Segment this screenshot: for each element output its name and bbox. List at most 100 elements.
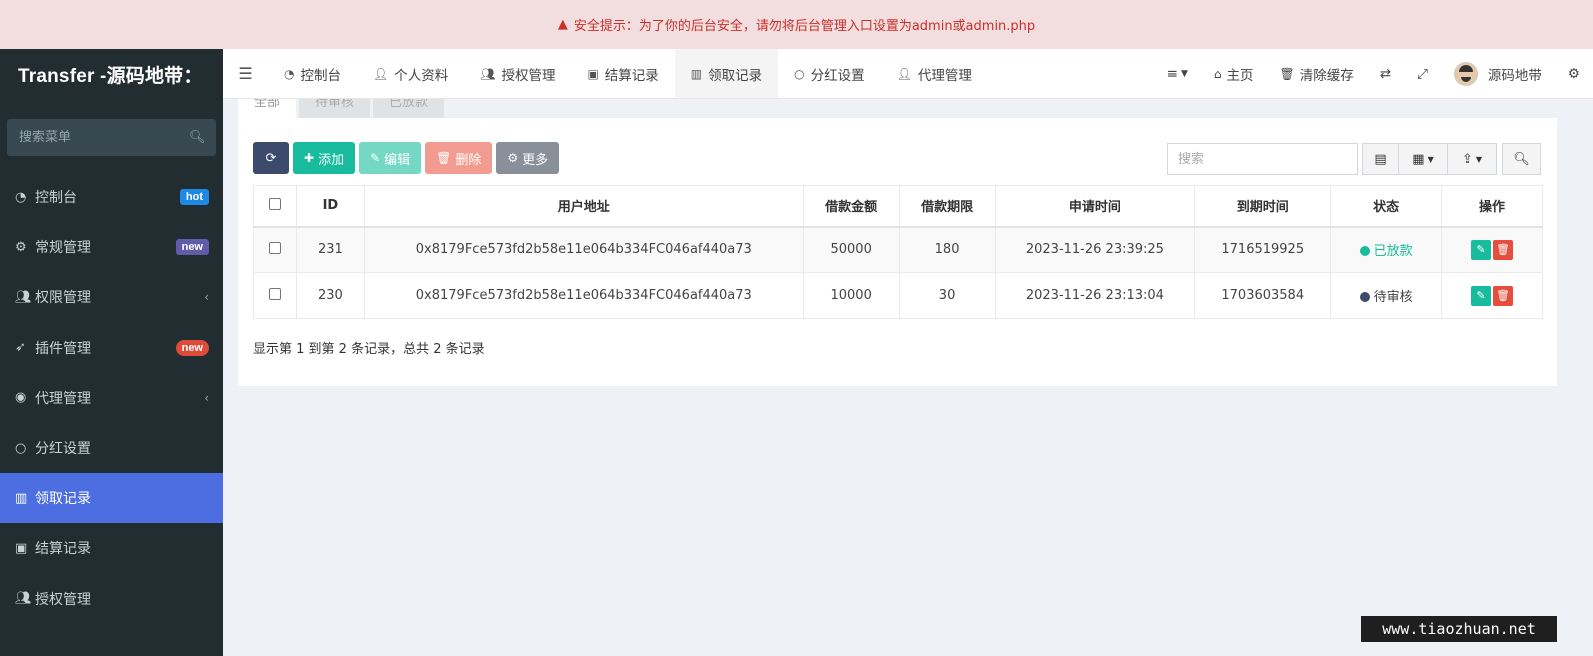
user-icon: 👤︎ [896, 66, 912, 81]
settings-gear-icon[interactable]: ⚙ [1555, 66, 1593, 82]
export-button[interactable]: ⇪ ▼ [1447, 143, 1497, 175]
clear-cache-button[interactable]: 🗑︎ 清除缓存 [1267, 64, 1367, 84]
security-alert-bar: ▲ 安全提示：为了你的后台安全，请勿将后台管理入口设置为admin或admin.… [0, 0, 1593, 49]
column-header[interactable]: ID [295, 185, 365, 228]
sidebar: Transfer -源码地带： 🔍︎ ◔ 控制台 hot ⚙ 常规管理 new … [0, 49, 223, 656]
top-nav-tabs: ◔ 控制台 👤︎ 个人资料 👥︎ 授权管理 ▣ 结算记录 ▥ 领取记录 ○ 分红设置 👤︎ 代… [268, 49, 988, 98]
sidebar-item-dividend[interactable]: ○ 分红设置 [0, 423, 223, 473]
row-edit-button[interactable]: ✎ [1471, 285, 1492, 306]
cell-id: 230 [295, 272, 365, 319]
language-icon[interactable]: ⇄ [1367, 66, 1404, 82]
users-icon: 👥︎ [15, 289, 32, 305]
dashboard-icon: ◔ [284, 66, 295, 81]
sidebar-menu: ◔ 控制台 hot ⚙ 常规管理 new 👥︎ 权限管理 ‹ ➶ 插件管理 ne… [0, 172, 223, 624]
home-link[interactable]: ⌂ 主页 [1201, 64, 1267, 84]
cell-apply-time: 2023-11-26 23:39:25 [994, 226, 1196, 273]
more-menu-button[interactable]: ≡ ▼ [1154, 66, 1201, 82]
row-delete-button[interactable]: 🗑︎ [1493, 285, 1514, 306]
search-button[interactable]: 🔍︎ [1502, 143, 1541, 175]
row-checkbox[interactable] [268, 241, 281, 254]
circle-icon: ○ [794, 66, 805, 81]
more-label: 更多 [522, 151, 549, 167]
tab-label: 结算记录 [604, 67, 659, 84]
chevron-left-icon: ‹ [204, 390, 209, 405]
status-label: 待审核 [1373, 290, 1413, 305]
column-header[interactable]: 状态 [1330, 185, 1443, 228]
delete-button[interactable]: 🗑︎ 删除 [425, 142, 493, 174]
tab-label: 代理管理 [917, 67, 972, 84]
bars-icon: ▥ [690, 66, 703, 81]
column-header[interactable]: 到期时间 [1194, 185, 1332, 228]
select-all-checkbox[interactable] [268, 197, 281, 210]
rocket-icon: ➶ [15, 340, 26, 356]
table-toolbar: ⟳ ✚ 添加 ✎ 编辑 🗑︎ 删除 ⚙ 更多 [253, 142, 563, 174]
bars-icon: ▥ [15, 490, 28, 506]
table-search-input[interactable] [1167, 143, 1358, 175]
grid-icon: ▦ [1412, 151, 1425, 167]
sidebar-item-label: 权限管理 [35, 290, 91, 307]
tab-claim-records[interactable]: ▥ 领取记录 [674, 49, 779, 98]
cogs-icon: ⚙ [15, 239, 27, 255]
more-button[interactable]: ⚙ 更多 [496, 142, 560, 174]
tab-dashboard[interactable]: ◔ 控制台 [268, 49, 357, 98]
user-menu[interactable]: 源码地带 [1441, 61, 1555, 86]
sidebar-item-settlement[interactable]: ▣ 结算记录 [0, 523, 223, 573]
tab-all[interactable]: 全部 [238, 99, 297, 118]
new-badge: new [175, 339, 209, 356]
search-icon[interactable]: 🔍︎ [189, 130, 206, 145]
tab-agents[interactable]: 👤︎ 代理管理 [881, 49, 988, 98]
sidebar-search-input[interactable] [19, 130, 189, 145]
sidebar-item-dashboard[interactable]: ◔ 控制台 hot [0, 172, 223, 222]
column-header[interactable]: 借款金额 [802, 185, 900, 228]
cell-due-time: 1703603584 [1194, 272, 1332, 319]
column-header[interactable]: 申请时间 [994, 185, 1196, 228]
sidebar-item-authorization[interactable]: 👥︎ 授权管理 [0, 574, 223, 624]
delete-label: 删除 [455, 151, 482, 167]
tab-profile[interactable]: 👤︎ 个人资料 [357, 49, 464, 98]
edit-button[interactable]: ✎ 编辑 [359, 142, 422, 174]
sidebar-item-plugins[interactable]: ➶ 插件管理 new [0, 323, 223, 373]
sidebar-item-label: 控制台 [35, 190, 77, 207]
sidebar-item-label: 结算记录 [35, 541, 91, 558]
fullscreen-icon[interactable]: ⤢ [1404, 66, 1441, 82]
row-edit-button[interactable]: ✎ [1471, 239, 1492, 260]
add-button[interactable]: ✚ 添加 [293, 142, 356, 174]
sidebar-item-label: 领取记录 [35, 491, 91, 508]
cc-icon: ▣ [15, 540, 28, 556]
tab-disbursed[interactable]: 已放款 [373, 99, 445, 118]
caret-down-icon: ▼ [1180, 68, 1188, 79]
caret-down-icon: ▼ [1427, 154, 1434, 164]
toggle-view-button[interactable]: ▤ [1362, 143, 1399, 175]
top-navbar: ☰ ◔ 控制台 👤︎ 个人资料 👥︎ 授权管理 ▣ 结算记录 ▥ 领取记录 ○ 分红设置 👤… [223, 49, 1593, 99]
cell-actions: ✎ 🗑︎ [1441, 226, 1543, 273]
select-all-header[interactable] [253, 185, 297, 228]
brand-title[interactable]: Transfer -源码地带： [0, 49, 223, 99]
cell-address: 0x8179Fce573fd2b58e11e064b334FC046af440a… [363, 226, 804, 273]
row-select-cell[interactable] [253, 272, 297, 319]
tab-settlement[interactable]: ▣ 结算记录 [571, 49, 674, 98]
tab-authorization[interactable]: 👥︎ 授权管理 [464, 49, 571, 98]
row-select-cell[interactable] [253, 226, 297, 273]
row-delete-button[interactable]: 🗑︎ [1493, 239, 1514, 260]
column-header[interactable]: 借款期限 [898, 185, 996, 228]
sidebar-item-agents[interactable]: ◉ 代理管理 ‹ [0, 373, 223, 423]
tab-label: 授权管理 [501, 67, 556, 84]
table-row[interactable]: 231 0x8179Fce573fd2b58e11e064b334FC046af… [253, 226, 1543, 273]
tab-dividend[interactable]: ○ 分红设置 [778, 49, 880, 98]
refresh-button[interactable]: ⟳ [253, 142, 289, 174]
menu-toggle-icon[interactable]: ☰ [223, 64, 268, 83]
gear-icon: ⚙ [507, 151, 519, 165]
cell-id: 231 [295, 226, 365, 273]
row-checkbox[interactable] [268, 287, 281, 300]
sidebar-item-general[interactable]: ⚙ 常规管理 new [0, 222, 223, 272]
cell-amount: 10000 [802, 272, 900, 319]
column-header: 操作 [1441, 185, 1543, 228]
sidebar-item-claim-records[interactable]: ▥ 领取记录 [0, 473, 223, 524]
column-header[interactable]: 用户地址 [363, 185, 804, 228]
tab-pending[interactable]: 待审核 [299, 99, 371, 118]
table-row[interactable]: 230 0x8179Fce573fd2b58e11e064b334FC046af… [253, 272, 1543, 319]
table-icon: ▤ [1374, 151, 1387, 167]
columns-button[interactable]: ▦ ▼ [1398, 143, 1448, 175]
clear-cache-label: 清除缓存 [1299, 67, 1354, 84]
sidebar-item-permissions[interactable]: 👥︎ 权限管理 ‹ [0, 272, 223, 322]
